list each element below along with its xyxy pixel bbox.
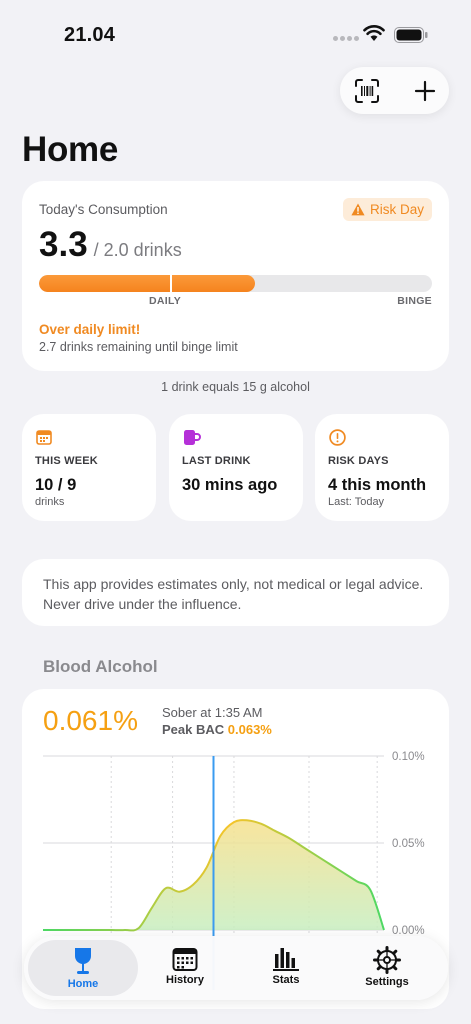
consumption-progress-bar — [39, 275, 432, 292]
calendar-icon — [36, 430, 52, 445]
daily-label: DAILY — [149, 295, 182, 307]
cellular-signal-icon — [333, 36, 359, 41]
status-time: 21.04 — [64, 24, 116, 46]
mug-icon — [184, 430, 201, 445]
calendar-grid-icon — [172, 948, 198, 971]
stat-label: THIS WEEK — [35, 455, 98, 467]
top-actions — [340, 67, 449, 114]
risk-day-badge: Risk Day — [342, 198, 432, 221]
scan-barcode-button[interactable] — [352, 76, 382, 106]
tab-history[interactable]: History — [130, 940, 240, 996]
consumption-amount: 3.3 / 2.0 drinks — [39, 225, 182, 265]
chart-y-tick-label: 0.05% — [392, 838, 425, 850]
tab-settings[interactable]: Settings — [332, 940, 442, 996]
disclaimer-card: This app provides estimates only, not me… — [22, 559, 449, 626]
over-limit-warning: Over daily limit! — [39, 322, 141, 337]
tab-label: Settings — [365, 976, 409, 988]
chart-y-tick-label: 0.10% — [392, 751, 425, 763]
tab-home[interactable]: Home — [28, 940, 138, 996]
alert-circle-icon — [329, 429, 346, 446]
daily-limit-marker — [170, 275, 172, 292]
tab-stats[interactable]: Stats — [231, 940, 341, 996]
bar-chart-icon — [273, 948, 299, 971]
stat-value: 10 / 9 — [35, 476, 77, 494]
stat-card-last-drink[interactable]: LAST DRINK 30 mins ago — [169, 414, 303, 521]
stat-sub: Last: Today — [328, 496, 385, 508]
stat-sub: drinks — [35, 496, 65, 508]
stat-card-this-week[interactable]: THIS WEEK 10 / 9 drinks — [22, 414, 156, 521]
barcode-scan-icon — [355, 79, 379, 103]
blood-alcohol-section-title: Blood Alcohol — [43, 657, 158, 676]
tab-label: Home — [67, 978, 99, 990]
battery-icon — [394, 27, 428, 43]
warning-triangle-icon — [351, 203, 365, 216]
remaining-text: 2.7 drinks remaining until binge limit — [39, 340, 238, 354]
wine-glass-icon — [75, 948, 91, 974]
stat-card-risk-days[interactable]: RISK DAYS 4 this month Last: Today — [315, 414, 449, 521]
add-drink-button[interactable] — [410, 76, 440, 106]
drink-equivalence-note: 1 drink equals 15 g alcohol — [161, 380, 310, 394]
status-bar: 21.04 — [0, 0, 471, 60]
disclaimer-text: This app provides estimates only, not me… — [43, 576, 424, 612]
consumption-card[interactable]: Today's Consumption Risk Day 3.3 / 2.0 d… — [22, 181, 449, 371]
wifi-icon — [363, 25, 385, 41]
stat-value: 30 mins ago — [182, 476, 278, 494]
stat-label: RISK DAYS — [328, 455, 389, 467]
tab-label: Stats — [272, 974, 300, 986]
consumption-label: Today's Consumption — [39, 202, 168, 217]
risk-day-badge-label: Risk Day — [369, 202, 424, 217]
consumption-value: 3.3 — [39, 225, 88, 264]
plus-icon — [414, 80, 436, 102]
consumption-limit: / 2.0 drinks — [93, 240, 182, 260]
page-title: Home — [22, 130, 119, 169]
tab-bar: Home History Stats Settings — [24, 936, 448, 1000]
tab-label: History — [166, 974, 204, 986]
stat-value: 4 this month — [328, 476, 427, 494]
binge-label: BINGE — [397, 295, 432, 307]
consumption-progress-fill — [39, 275, 256, 292]
stat-label: LAST DRINK — [182, 455, 251, 467]
gear-icon — [373, 946, 401, 974]
